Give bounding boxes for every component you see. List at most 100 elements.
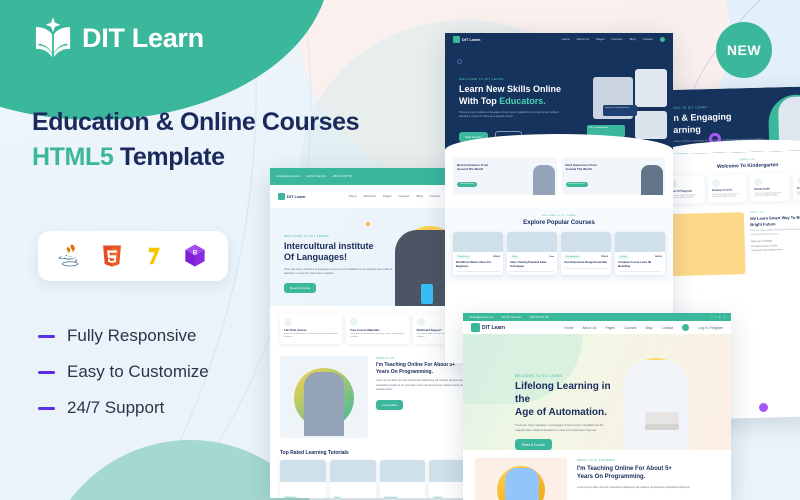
- nav-item[interactable]: Home: [564, 326, 573, 330]
- ll-topbar-email[interactable]: contact@example.com: [469, 316, 493, 319]
- ll-cta-button[interactable]: Read A Course: [515, 439, 552, 450]
- ic-about-para: Lorem ipsum dolor sit amet consectetur a…: [376, 379, 470, 392]
- dh-eyebrow: WELCOME TO DIT LEARN: [459, 77, 504, 81]
- dh-title-2: With Top Educators.: [459, 96, 567, 108]
- nav-item[interactable]: Contact: [430, 194, 440, 198]
- dh-section-title: Explore Popular Courses: [523, 220, 595, 226]
- ic-topbar-email[interactable]: contact@example.com: [276, 175, 300, 178]
- mockup-lifelong: contact@example.com Sat-Thu: 9am-6pm +88…: [463, 313, 731, 500]
- course-price: $32.00: [601, 256, 608, 258]
- nav-item[interactable]: Home: [349, 194, 357, 198]
- js-icon: [139, 241, 169, 271]
- nav-item[interactable]: Pages: [605, 326, 615, 330]
- headline-line-2: HTML5 Template: [32, 143, 359, 172]
- dh-promo-right-button[interactable]: Explore Courses: [565, 181, 588, 187]
- nav-item[interactable]: Blog: [630, 37, 636, 41]
- kg-card[interactable]: Mental Health There is fun activity and …: [749, 172, 790, 203]
- course-title: WordPress Master Class For Beginners: [456, 261, 492, 268]
- feature-item: 24/7 Support: [38, 398, 209, 418]
- dh-course-card[interactable]: Design $45.00 Complete Course Learn 3D M…: [615, 232, 665, 276]
- nav-item[interactable]: Blog: [417, 194, 423, 198]
- ll-login-link[interactable]: Log In / Register: [698, 326, 723, 330]
- card-icon: [350, 317, 359, 326]
- ic-card[interactable]: Free Course Materials Intercultural skil…: [346, 313, 409, 344]
- ll-topbar-phone[interactable]: +880 123 456 789: [529, 316, 548, 319]
- course-thumb: [280, 459, 326, 482]
- cart-icon[interactable]: [660, 36, 665, 42]
- dh-course-card[interactable]: Sales Free Sales Training Practical Sale…: [507, 232, 557, 276]
- ll-about-title-2: Years On Programming.: [577, 474, 646, 481]
- nav-item[interactable]: About Us: [582, 326, 596, 330]
- ic-logo[interactable]: DIT Learn: [278, 192, 305, 200]
- dh-course-card[interactable]: WordPress $59.00 WordPress Master Class …: [453, 232, 503, 276]
- ll-hero: WELCOME TO DIT LEARN Lifelong Learning i…: [463, 334, 731, 450]
- course-tag: Sales: [510, 255, 520, 259]
- ll-about-title-1: I'm Teaching Online For About 5+: [577, 466, 672, 472]
- dh-brand: DIT Learn: [462, 36, 481, 42]
- headline-accent: HTML5: [32, 143, 114, 171]
- ll-about-para: Lorem ipsum dolor sit amet consectetur a…: [577, 485, 691, 489]
- kg-card-title: A Part Of Playgroup: [669, 189, 693, 194]
- kg-card-title: Mental Health: [754, 187, 770, 191]
- nav-item[interactable]: Pages: [596, 37, 605, 41]
- ll-navbar: DIT Learn Home About Us Pages Courses Bl…: [463, 321, 731, 334]
- ll-topbar: contact@example.com Sat-Thu: 9am-6pm +88…: [463, 313, 731, 321]
- ic-topbar-phone[interactable]: +880 123 456 789: [332, 175, 351, 178]
- ic-tutorial-card[interactable]: Development User Experience Design Essen…: [379, 459, 426, 498]
- ll-about-eyebrow: ABOUT OUR COURSES: [577, 458, 615, 462]
- nav-item[interactable]: Courses: [624, 326, 637, 330]
- ic-card[interactable]: Life Time Access Intercultural skills te…: [280, 313, 343, 344]
- java-icon: [56, 241, 86, 271]
- ll-paragraph: There are many variations of passages of…: [515, 423, 604, 433]
- nav-item[interactable]: Courses: [398, 194, 409, 198]
- ll-brand: DIT Learn: [482, 324, 506, 331]
- dh-promo-right[interactable]: Best Instructors From Around The World E…: [561, 157, 665, 195]
- ic-about-button[interactable]: Learn More: [376, 399, 404, 410]
- dh-logo[interactable]: DIT Learn: [453, 35, 481, 43]
- kg-bullet: Full Bright Education For Kids: [750, 245, 778, 248]
- ll-title-2: Age of Automation.: [515, 406, 607, 418]
- kg-card-desc: There is fun activity and hands on learn…: [669, 193, 697, 200]
- ic-about-person: [304, 371, 344, 436]
- dh-course-card[interactable]: Development $32.00 User Experience Desig…: [561, 232, 611, 276]
- promo-person: [532, 165, 555, 195]
- course-tag: Design: [618, 255, 629, 259]
- ic-tutorial-card[interactable]: WordPress WordPress Master Class For Beg…: [280, 459, 326, 498]
- ll-logo[interactable]: DIT Learn: [471, 323, 505, 332]
- nav-item[interactable]: Courses: [611, 37, 622, 41]
- nav-item[interactable]: About Us: [577, 37, 589, 41]
- ic-card-title: Free Course Materials: [350, 327, 380, 332]
- promo-person: [641, 165, 663, 195]
- nav-item[interactable]: Contact: [643, 37, 653, 41]
- kg-card[interactable]: Reading & Poems There is fun activity an…: [707, 174, 747, 204]
- kg-card[interactable]: Expert Teacher There is fun activity and…: [792, 171, 800, 202]
- ic-dot-decor: [366, 221, 370, 226]
- ic-tutorial-card[interactable]: Sales Sales Training Practical Sales Tec…: [329, 459, 376, 498]
- dh-promo-left[interactable]: Best Instructors From Around The World S…: [453, 157, 557, 195]
- nav-item[interactable]: Pages: [383, 194, 392, 198]
- nav-item[interactable]: About Us: [364, 194, 376, 198]
- nav-item[interactable]: Blog: [646, 326, 653, 330]
- kg-about-para: There are many variations of passages of…: [750, 228, 800, 236]
- ll-social-icons[interactable]: f t in y: [712, 316, 725, 319]
- course-tag: Development: [564, 255, 581, 259]
- dh-course-cards: WordPress $59.00 WordPress Master Class …: [453, 232, 665, 276]
- dh-promo-left-button[interactable]: Start Teaching: [457, 181, 477, 187]
- svg-text:B: B: [193, 249, 198, 256]
- nav-item[interactable]: Home: [562, 37, 570, 41]
- nav-item[interactable]: Contact: [661, 326, 673, 330]
- open-book-sparkle-icon: [35, 17, 71, 58]
- card-icon: [416, 317, 425, 326]
- tech-stack-card: B: [38, 231, 228, 281]
- card-icon: [754, 177, 763, 186]
- new-badge: NEW: [716, 22, 772, 78]
- cart-icon[interactable]: [682, 324, 690, 331]
- bootstrap-icon: B: [180, 241, 210, 271]
- ic-about-photo: [280, 355, 368, 438]
- dh-photo-2: [635, 69, 667, 107]
- dh-dot-decor: [457, 59, 462, 64]
- dh-photo-3: [635, 111, 667, 139]
- course-thumb: [615, 232, 665, 252]
- headline-line-1: Education & Online Courses: [32, 108, 360, 136]
- ic-cta-button[interactable]: Read A Course: [284, 283, 317, 294]
